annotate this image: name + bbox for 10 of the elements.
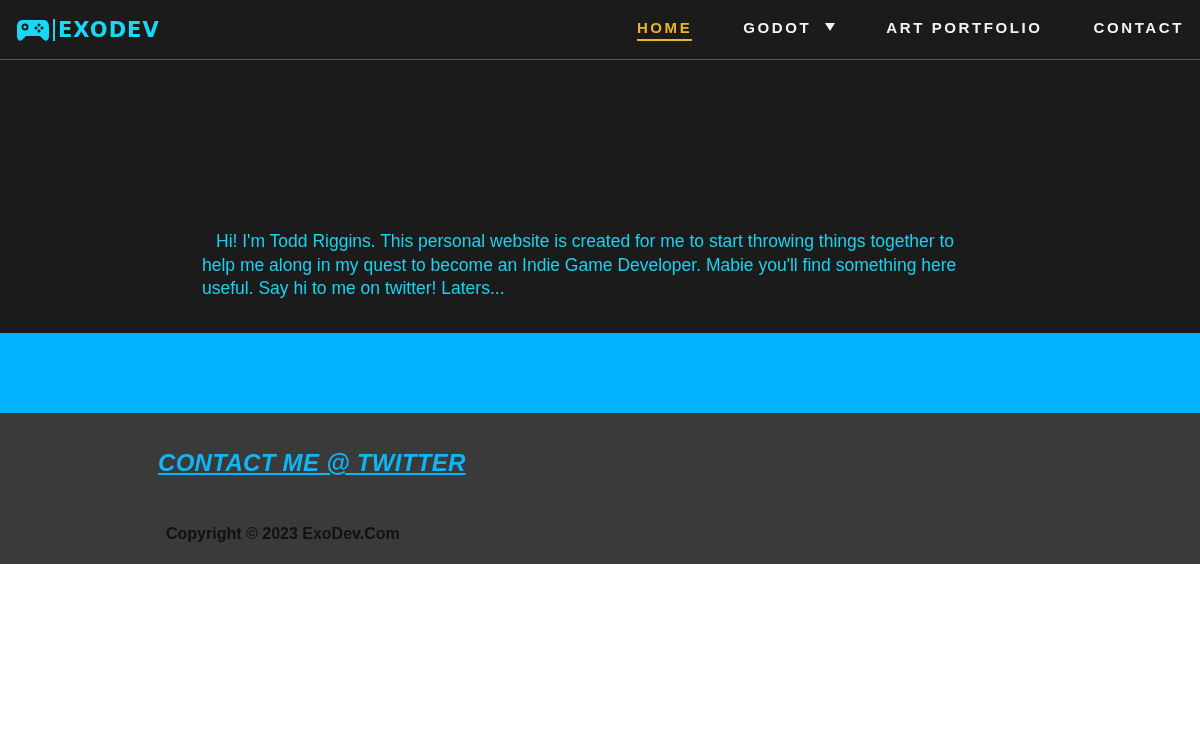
- gamepad-icon: [16, 17, 50, 42]
- nav-link[interactable]: CONTACT: [1093, 18, 1184, 41]
- twitter-link[interactable]: CONTACT ME @ TWITTER: [158, 449, 466, 477]
- nav-link[interactable]: ART PORTFOLIO: [886, 18, 1043, 41]
- nav-link[interactable]: GODOT: [743, 18, 836, 41]
- caret-icon: [825, 23, 836, 31]
- logo-divider: [53, 18, 55, 41]
- nav-link[interactable]: HOME: [636, 18, 693, 41]
- intro-paragraph: Hi! I'm Todd Riggins. This personal website is created for me to start throwing things together to help me along in my quest to become an Indie Game Developer. Mabie you'll find something here useful. Say hi to me on twitter! Laters...: [202, 230, 958, 300]
- site-logo-text[interactable]: EXODEV: [58, 17, 160, 42]
